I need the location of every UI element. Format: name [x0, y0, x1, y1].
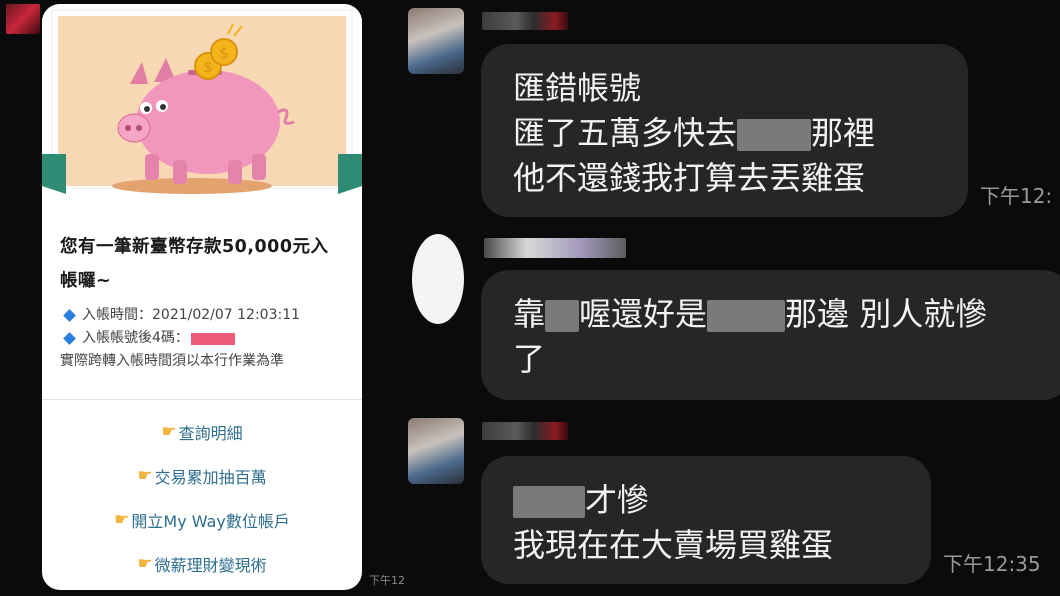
message-bubble: 才慘 我現在在大賣場買雞蛋	[481, 456, 931, 584]
link-label: 開立My Way數位帳戶	[131, 512, 290, 531]
user-avatar[interactable]	[408, 8, 464, 74]
blurred-username	[484, 238, 626, 258]
message-line: 匯錯帳號	[513, 69, 642, 107]
diamond-bullet-icon	[63, 332, 76, 345]
svg-text:$: $	[203, 58, 213, 76]
link-open-account[interactable]: ☛ 開立My Way數位帳戶	[42, 498, 362, 542]
link-lottery[interactable]: ☛ 交易累加抽百萬	[42, 454, 362, 498]
user-avatar[interactable]	[412, 234, 464, 324]
link-wealth-tips[interactable]: ☛ 微薪理財變現術	[42, 542, 362, 586]
censored-name	[513, 486, 585, 518]
pointing-hand-icon: ☛	[114, 510, 130, 530]
message-line: 了	[513, 340, 546, 378]
link-query-details[interactable]: ☛ 查詢明細	[42, 410, 362, 454]
blurred-username	[482, 12, 568, 30]
message-timestamp: 下午12:	[980, 184, 1053, 208]
message-line: 才慘	[513, 478, 931, 523]
deposit-time-row: 入帳時間：2021/02/07 12:03:11	[60, 304, 344, 327]
message-line: 他不還錢我打算去丟雞蛋	[513, 159, 866, 197]
link-label: 微薪理財變現術	[154, 556, 267, 575]
censored-word	[545, 300, 580, 332]
account-last4-label: 入帳帳號後4碼：	[82, 330, 189, 346]
masked-account-number	[190, 332, 235, 345]
pixelated-avatar	[6, 4, 40, 34]
pointing-hand-icon: ☛	[137, 554, 153, 574]
deposit-note: 實際跨轉入帳時間須以本行作業為準	[60, 353, 284, 369]
user-avatar[interactable]	[408, 418, 464, 484]
card-timestamp: 下午12	[369, 574, 405, 587]
pointing-hand-icon: ☛	[161, 422, 177, 442]
message-line: 我現在在大賣場買雞蛋	[513, 526, 834, 564]
pointing-hand-icon: ☛	[137, 466, 153, 486]
censored-name	[737, 119, 812, 151]
svg-text:$: $	[219, 44, 229, 62]
message-line: 匯了五萬多快去 那裡	[513, 114, 876, 152]
account-last4-row: 入帳帳號後4碼：	[60, 327, 344, 350]
message-bubble: 匯錯帳號 匯了五萬多快去 那裡 他不還錢我打算去丟雞蛋	[481, 44, 968, 217]
deposit-title: 您有一筆新臺幣存款50,000元入帳囉~	[60, 237, 329, 291]
piggy-bank-illustration: $ $	[42, 4, 362, 194]
message-timestamp: 下午12:35	[943, 552, 1041, 576]
message-line: 靠喔還好是 那邊 別人就慘	[513, 295, 988, 333]
blurred-username	[482, 422, 568, 440]
bank-deposit-card: $ $ 您有一筆新臺幣存款50,000元入帳囉~ 入帳時間：2021/02/07…	[42, 4, 362, 590]
diamond-bullet-icon	[63, 309, 76, 322]
link-label: 交易累加抽百萬	[154, 468, 267, 487]
censored-name	[707, 300, 786, 332]
link-label: 查詢明細	[178, 424, 243, 443]
deposit-time: 入帳時間：2021/02/07 12:03:11	[82, 307, 301, 323]
card-divider	[42, 399, 362, 400]
message-bubble: 靠喔還好是 那邊 別人就慘 了	[481, 270, 1060, 400]
card-link-list: ☛ 查詢明細 ☛ 交易累加抽百萬 ☛ 開立My Way數位帳戶 ☛ 微薪理財變現…	[42, 410, 362, 586]
